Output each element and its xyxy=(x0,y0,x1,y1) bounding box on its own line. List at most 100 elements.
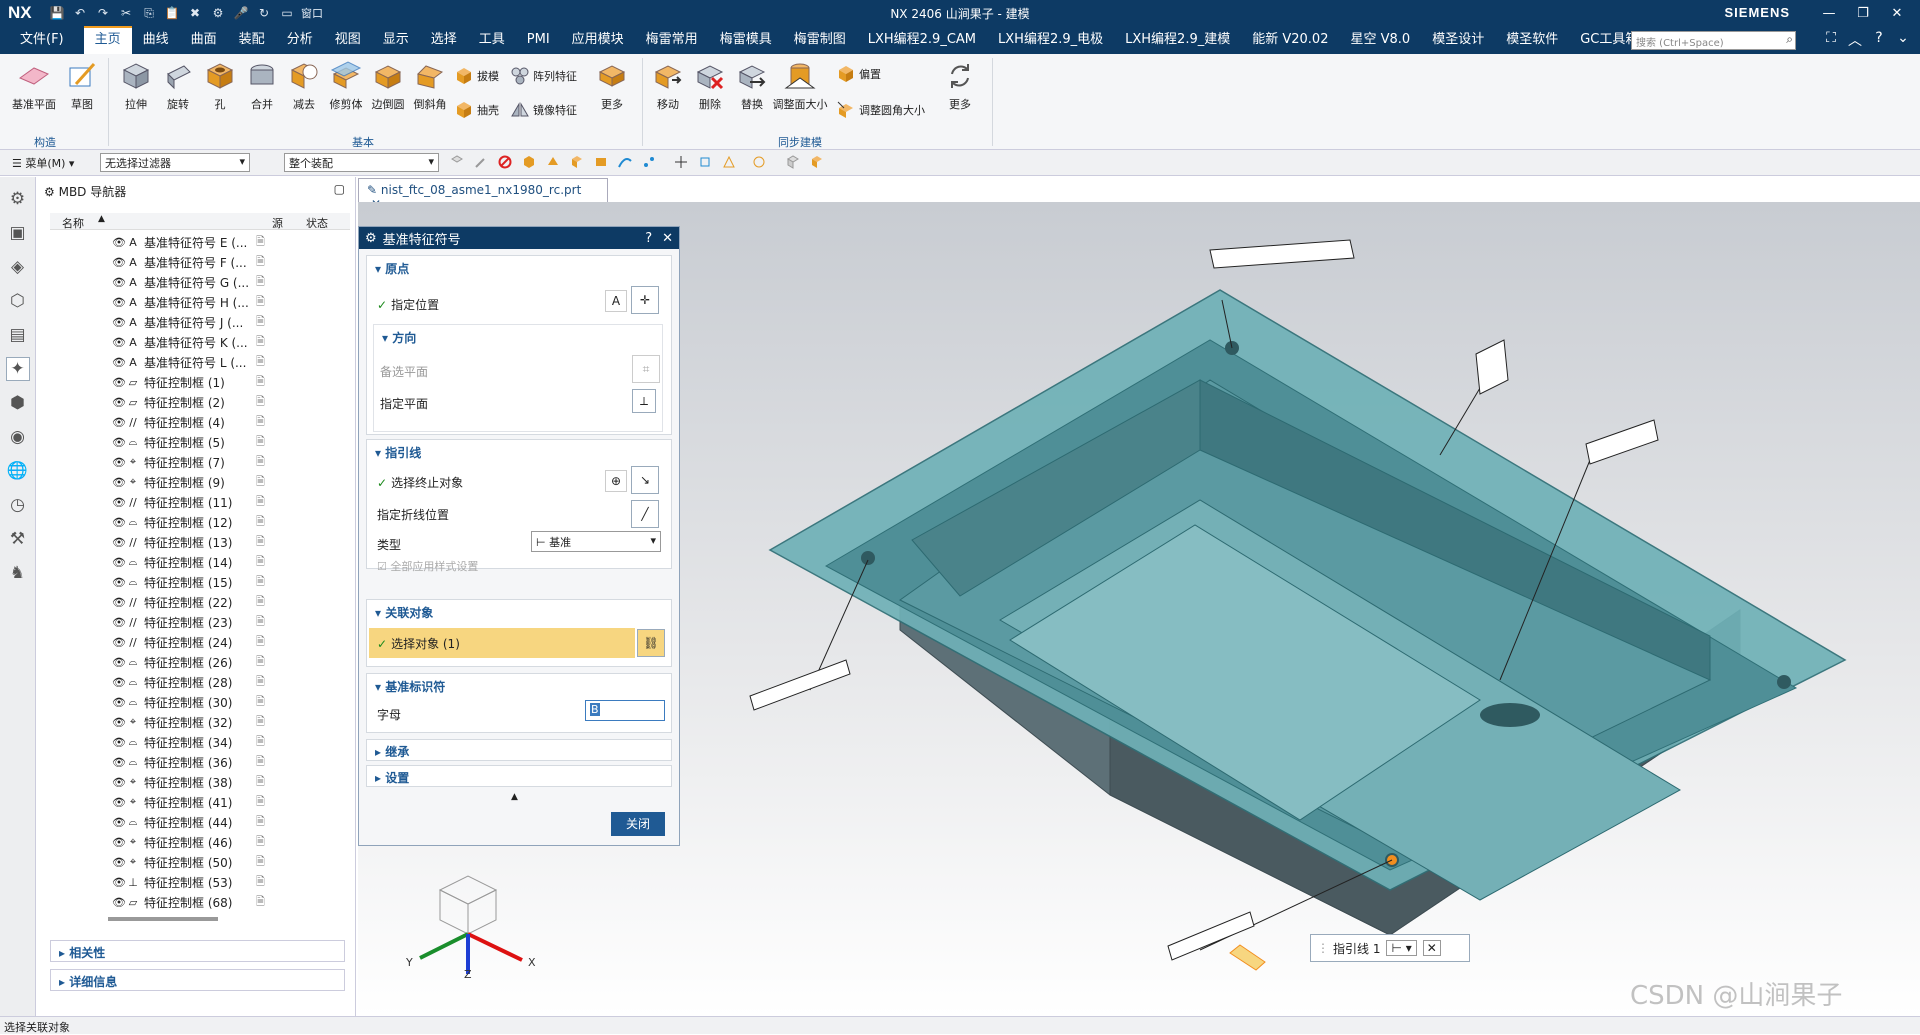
shell-button[interactable]: 抽壳 xyxy=(454,100,499,120)
visibility-eye-icon[interactable]: 👁 xyxy=(112,396,126,409)
collapse-ribbon-icon[interactable]: ︿ xyxy=(1846,30,1864,50)
point-select-icon[interactable] xyxy=(642,155,656,169)
column-status[interactable]: 状态 xyxy=(306,215,328,231)
menu-button[interactable]: ☰ 菜单(M) ▾ xyxy=(12,155,74,171)
tab-nengxin[interactable]: 能新 V20.02 xyxy=(1241,26,1339,54)
part-navigator-icon[interactable]: ▣ xyxy=(6,221,30,245)
visibility-eye-icon[interactable]: 👁 xyxy=(112,236,126,249)
visibility-eye-icon[interactable]: 👁 xyxy=(112,496,126,509)
column-source[interactable]: 源 xyxy=(272,215,283,231)
component-select-icon[interactable] xyxy=(594,155,608,169)
leader-type-mini-select[interactable]: ⊢ ▾ xyxy=(1386,940,1417,956)
chamfer-button[interactable]: 倒斜角 xyxy=(408,60,452,112)
render-style-icon[interactable] xyxy=(810,155,824,169)
column-name[interactable]: 名称 xyxy=(62,215,84,231)
hd3d-tools-icon[interactable]: ⬢ xyxy=(6,391,30,415)
tree-row[interactable]: 👁 ⌖ 特征控制框 (41) 🗎 xyxy=(50,792,350,812)
section-identifier-header[interactable]: ▾ 基准标识符 xyxy=(367,674,671,699)
visibility-eye-icon[interactable]: 👁 xyxy=(112,456,126,469)
snap-point-icon[interactable] xyxy=(674,155,688,169)
visibility-eye-icon[interactable]: 👁 xyxy=(112,836,126,849)
menu-file[interactable]: 文件(F) xyxy=(0,26,84,54)
tree-row[interactable]: 👁 ▱ 特征控制框 (2) 🗎 xyxy=(50,392,350,412)
tab-display[interactable]: 显示 xyxy=(372,26,420,54)
face-select-icon[interactable] xyxy=(546,155,560,169)
resize-blend-button[interactable]: 调整圆角大小 xyxy=(836,100,925,120)
sketch-button[interactable]: 草图 xyxy=(60,60,104,112)
letter-input[interactable]: B xyxy=(585,700,665,721)
replace-face-button[interactable]: 替换 xyxy=(730,60,774,112)
snap-mid-icon[interactable] xyxy=(722,155,736,169)
settings-gear-icon[interactable]: ⚙ xyxy=(6,187,30,211)
visibility-eye-icon[interactable]: 👁 xyxy=(112,756,126,769)
visibility-eye-icon[interactable]: 👁 xyxy=(112,356,126,369)
snap-end-icon[interactable] xyxy=(698,155,712,169)
resize-face-button[interactable]: 调整面大小 xyxy=(772,60,828,112)
tree-row[interactable]: 👁 A 基准特征符号 F (... 🗎 xyxy=(50,252,350,272)
mbd-navigator-icon[interactable]: ✦ xyxy=(5,357,30,381)
tree-row[interactable]: 👁// 特征控制框 (22) 🗎 xyxy=(50,592,350,612)
select-object-row[interactable]: ✓ 选择对象 (1) xyxy=(369,628,635,658)
tree-row[interactable]: 👁 ▱ 特征控制框 (68) 🗎 xyxy=(50,892,350,912)
tree-row[interactable]: 👁 ⌖ 特征控制框 (50) 🗎 xyxy=(50,852,350,872)
section-origin-header[interactable]: ▾ 原点 xyxy=(367,256,671,281)
visibility-eye-icon[interactable]: 👁 xyxy=(112,336,126,349)
visibility-eye-icon[interactable]: 👁 xyxy=(112,296,126,309)
visibility-eye-icon[interactable]: 👁 xyxy=(112,536,126,549)
point-dialog-icon[interactable]: ✛ xyxy=(631,286,659,314)
tree-row[interactable]: 👁 A 基准特征符号 E (... 🗎 xyxy=(50,232,350,252)
section-leader-header[interactable]: ▾ 指引线 xyxy=(367,440,671,465)
visibility-eye-icon[interactable]: 👁 xyxy=(112,696,126,709)
visibility-eye-icon[interactable]: 👁 xyxy=(112,876,126,889)
tree-row[interactable]: 👁 A 基准特征符号 J (... 🗎 xyxy=(50,312,350,332)
tab-curve[interactable]: 曲线 xyxy=(132,26,180,54)
snap-center-icon[interactable] xyxy=(752,155,766,169)
unite-button[interactable]: 合并 xyxy=(240,60,284,112)
remove-leader-icon[interactable]: ✕ xyxy=(1422,940,1441,956)
curve-select-icon[interactable] xyxy=(618,155,632,169)
close-button[interactable]: 关闭 xyxy=(611,812,665,836)
visibility-eye-icon[interactable]: 👁 xyxy=(112,556,126,569)
visibility-eye-icon[interactable]: 👁 xyxy=(112,676,126,689)
web-globe-icon[interactable]: 🌐 xyxy=(6,459,30,483)
assembly-navigator-icon[interactable]: ◈ xyxy=(6,255,30,279)
edge-blend-button[interactable]: 边倒圆 xyxy=(366,60,410,112)
tab-select[interactable]: 选择 xyxy=(420,26,468,54)
tab-lxh-electrode[interactable]: LXH编程2.9_电极 xyxy=(987,26,1114,54)
visibility-eye-icon[interactable]: 👁 xyxy=(112,616,126,629)
tree-row[interactable]: 👁// 特征控制框 (11) 🗎 xyxy=(50,492,350,512)
reuse-library-icon[interactable]: ▤ xyxy=(6,323,30,347)
section-settings[interactable]: ▸ 设置 xyxy=(366,765,672,787)
tab-home[interactable]: 主页 xyxy=(83,26,132,54)
dialog-close-icon[interactable]: ✕ xyxy=(662,231,673,246)
minimize-button[interactable]: — xyxy=(1812,2,1846,24)
visibility-eye-icon[interactable]: 👁 xyxy=(112,276,126,289)
more-sync-button[interactable]: 更多 xyxy=(938,60,982,112)
section-dependencies[interactable]: ▸ 相关性 xyxy=(50,940,345,962)
offset-face-button[interactable]: 偏置 xyxy=(836,64,881,84)
role-icon[interactable]: ♞ xyxy=(6,561,30,585)
visibility-eye-icon[interactable]: 👁 xyxy=(112,716,126,729)
tree-row[interactable]: 👁// 特征控制框 (23) 🗎 xyxy=(50,612,350,632)
visibility-eye-icon[interactable]: 👁 xyxy=(112,516,126,529)
mirror-feature-button[interactable]: 镜像特征 xyxy=(510,100,577,120)
visibility-eye-icon[interactable]: 👁 xyxy=(112,256,126,269)
tab-lxh-modeling[interactable]: LXH编程2.9_建模 xyxy=(1114,26,1241,54)
more-basic-button[interactable]: 更多 xyxy=(590,60,634,112)
pattern-feature-button[interactable]: 阵列特征 xyxy=(510,66,577,86)
revolve-button[interactable]: 旋转 xyxy=(156,60,200,112)
tab-view[interactable]: 视图 xyxy=(324,26,372,54)
section-details[interactable]: ▸ 详细信息 xyxy=(50,969,345,991)
help-icon[interactable]: ? xyxy=(645,231,652,246)
datum-plane-button[interactable]: 基准平面 xyxy=(12,60,56,112)
select-terminator-field[interactable]: ✓ 选择终止对象 xyxy=(377,474,463,491)
visibility-eye-icon[interactable]: 👁 xyxy=(112,896,126,909)
settings-gear-icon[interactable]: ⚙ xyxy=(365,231,377,246)
web-browser-icon[interactable]: ◉ xyxy=(6,425,30,449)
tab-mosheng-design[interactable]: 模圣设计 xyxy=(1421,26,1495,54)
tree-row[interactable]: 👁 ⌓ 特征控制框 (28) 🗎 xyxy=(50,672,350,692)
view-orient-icon[interactable] xyxy=(786,155,800,169)
tree-row[interactable]: 👁 ⌓ 特征控制框 (44) 🗎 xyxy=(50,812,350,832)
tab-meilei-drafting[interactable]: 梅雷制图 xyxy=(783,26,857,54)
selection-scope-select[interactable]: 整个装配 ▾ xyxy=(284,153,439,172)
